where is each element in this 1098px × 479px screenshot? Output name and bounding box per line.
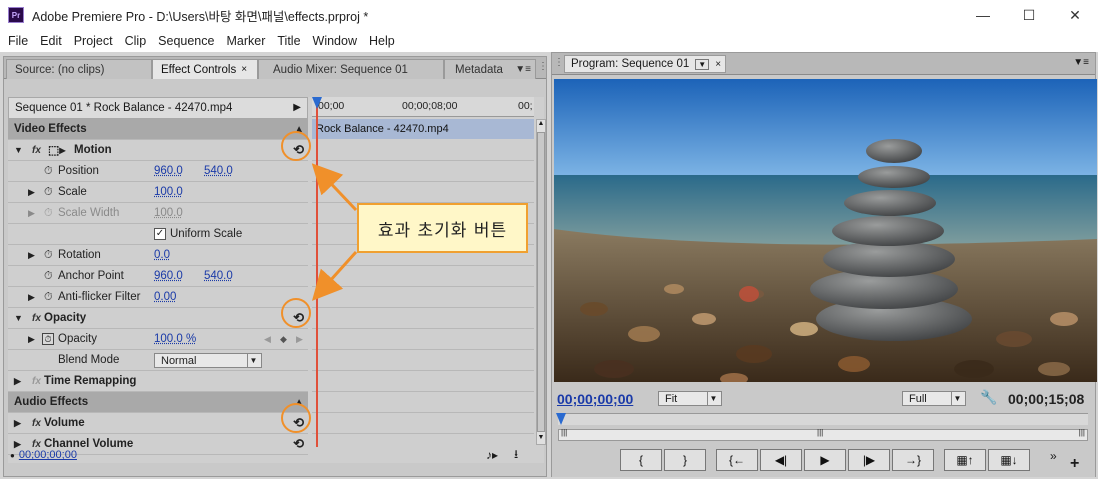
menu-file[interactable]: File [0,34,34,48]
menu-marker[interactable]: Marker [220,34,271,48]
title-bar: Pr Adobe Premiere Pro - D:\Users\바탕 화면\패… [0,0,1098,30]
annotation-arrow-lower [311,250,358,301]
menu-window[interactable]: Window [307,34,363,48]
workspace: Source: (no clips) Effect Controls × Audi… [0,52,1098,479]
window-title: Adobe Premiere Pro - D:\Users\바탕 화면\패널\e… [32,9,369,24]
maximize-button[interactable]: ☐ [1006,0,1052,30]
menu-edit[interactable]: Edit [34,34,68,48]
menu-bar: File Edit Project Clip Sequence Marker T… [0,30,1098,52]
annotation-text: 효과 초기화 버튼 [377,220,508,241]
annotation-arrow-upper [311,163,358,212]
menu-sequence[interactable]: Sequence [152,34,220,48]
highlight-circle [281,403,311,433]
annotation-callout: 효과 초기화 버튼 [357,203,528,253]
minimize-button[interactable]: — [960,0,1006,30]
menu-clip[interactable]: Clip [119,34,153,48]
menu-help[interactable]: Help [363,34,401,48]
menu-title[interactable]: Title [271,34,306,48]
premiere-app-icon: Pr [8,7,24,23]
highlight-circle [281,298,311,328]
annotation-arrows [311,163,358,301]
menu-project[interactable]: Project [68,34,119,48]
highlight-circle [281,131,311,161]
close-button[interactable]: ✕ [1052,0,1098,30]
